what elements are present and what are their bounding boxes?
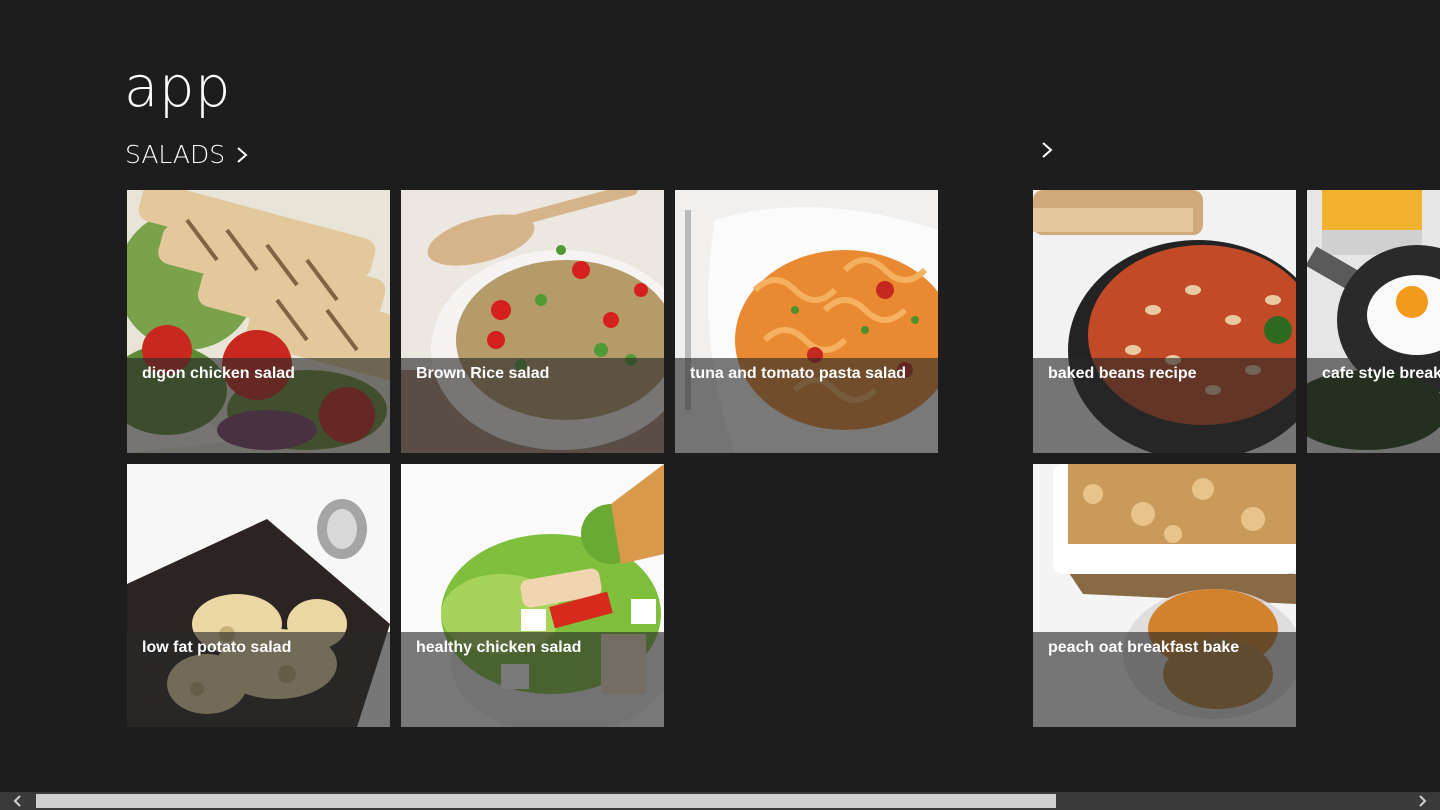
chevron-right-icon — [1042, 142, 1053, 158]
tile-healthy-chicken-salad[interactable]: healthy chicken salad — [401, 464, 664, 727]
tile-caption: low fat potato salad — [142, 639, 292, 656]
tile-tuna-tomato-pasta-salad[interactable]: tuna and tomato pasta salad — [675, 190, 938, 453]
chevron-left-icon — [13, 795, 21, 807]
group-header-breakfast[interactable] — [1030, 140, 1054, 160]
tile-caption: cafe style breakfa — [1322, 365, 1440, 382]
tile-baked-beans-recipe[interactable]: baked beans recipe — [1033, 190, 1296, 453]
tile-low-fat-potato-salad[interactable]: low fat potato salad — [127, 464, 390, 727]
chevron-right-icon — [237, 146, 248, 163]
scroll-left-button[interactable] — [0, 792, 36, 810]
tile-caption: baked beans recipe — [1048, 365, 1197, 382]
tile-cafe-style-breakfast[interactable]: cafe style breakfa — [1307, 190, 1440, 453]
tile-brown-rice-salad[interactable]: Brown Rice salad — [401, 190, 664, 453]
group-header-label: SALADS — [125, 140, 226, 169]
tile-caption: Brown Rice salad — [416, 365, 550, 382]
tile-caption: peach oat breakfast bake — [1048, 639, 1240, 656]
scrollbar-thumb[interactable] — [36, 794, 1056, 808]
tile-peach-oat-breakfast-bake[interactable]: peach oat breakfast bake — [1033, 464, 1296, 727]
tile-digon-chicken-salad[interactable]: digon chicken salad — [127, 190, 390, 453]
app-title: app — [124, 55, 231, 120]
tile-caption: healthy chicken salad — [416, 639, 582, 656]
group-header-salads[interactable]: SALADS — [125, 140, 249, 169]
horizontal-scrollbar[interactable] — [0, 792, 1440, 810]
scroll-right-button[interactable] — [1404, 792, 1440, 810]
tile-caption: tuna and tomato pasta salad — [690, 365, 907, 382]
chevron-right-icon — [1419, 795, 1427, 807]
tile-caption: digon chicken salad — [142, 365, 295, 382]
